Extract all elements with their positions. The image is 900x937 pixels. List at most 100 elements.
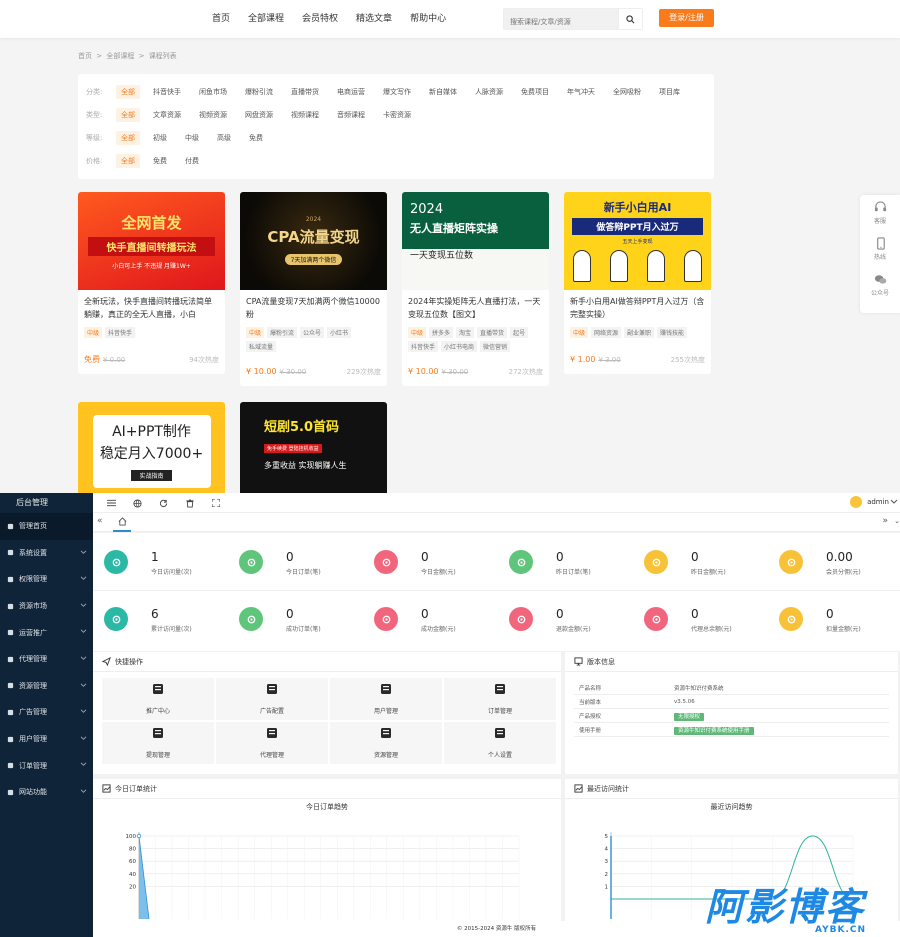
- filter-option[interactable]: 全部: [116, 131, 140, 145]
- sidebar-item-lock[interactable]: 权限管理: [0, 566, 93, 593]
- quick-action-chart[interactable]: 推广中心: [102, 678, 214, 720]
- nav-home[interactable]: 首页: [203, 0, 239, 38]
- quick-action-agent[interactable]: 代理管理: [216, 722, 328, 764]
- globe-icon[interactable]: [131, 497, 143, 509]
- filter-option[interactable]: 爆粉引流: [240, 85, 278, 99]
- filter-label: 等级:: [86, 134, 103, 142]
- filter-option[interactable]: 音频课程: [332, 108, 370, 122]
- nav-all-courses[interactable]: 全部课程: [239, 0, 293, 38]
- sidebar-item-list[interactable]: 订单管理: [0, 752, 93, 779]
- sidebar-item-bag[interactable]: 资源市场: [0, 593, 93, 620]
- nav-vip[interactable]: 会员特权: [293, 0, 347, 38]
- tab-options-chevron-icon[interactable]: ⌄: [894, 517, 900, 525]
- filter-option[interactable]: 初级: [148, 131, 172, 145]
- manual-link[interactable]: 资源牛知识付费系统使用手册: [674, 726, 754, 735]
- sidebar-item-globe[interactable]: 网站功能: [0, 779, 93, 806]
- filter-option[interactable]: 全部: [116, 108, 140, 122]
- filter-option[interactable]: 电商运营: [332, 85, 370, 99]
- filter-option[interactable]: 年气冲天: [562, 85, 600, 99]
- filter-option[interactable]: 中级: [180, 131, 204, 145]
- nav-help[interactable]: 帮助中心: [401, 0, 455, 38]
- filter-row-price: 价格: 全部 免费 付费: [86, 153, 212, 169]
- filter-option[interactable]: 卡密资源: [378, 108, 416, 122]
- trash-icon[interactable]: [184, 497, 196, 509]
- filter-option[interactable]: 网盘资源: [240, 108, 278, 122]
- filter-option[interactable]: 爆文写作: [378, 85, 416, 99]
- filter-option[interactable]: 全网吸粉: [608, 85, 646, 99]
- grid-icon: [266, 683, 278, 702]
- quick-action-gear[interactable]: 个人设置: [444, 722, 556, 764]
- filter-option[interactable]: 视频资源: [194, 108, 232, 122]
- course-tags: 中级 网络资源 副业兼职 赚钱技能: [564, 324, 711, 338]
- sidebar-item-folder[interactable]: 资源管理: [0, 673, 93, 700]
- course-tag: 网络资源: [591, 327, 622, 338]
- sidebar-item-users[interactable]: 代理管理: [0, 646, 93, 673]
- wechat-button[interactable]: 公众号: [860, 267, 900, 303]
- course-title[interactable]: 全新玩法，快手直播间转播玩法简单躺赚，真正的全无人直播，小白: [78, 290, 225, 324]
- quick-action-user[interactable]: 用户管理: [330, 678, 442, 720]
- course-cover[interactable]: 全网首发 快手直播间转播玩法 小白可上手 不违规 月赚1W+: [78, 192, 225, 290]
- course-cover[interactable]: AI+PPT制作 稳定月入7000+ 实战指南: [78, 402, 225, 493]
- filter-option[interactable]: 免费项目: [516, 85, 554, 99]
- filter-option[interactable]: 新自媒体: [424, 85, 462, 99]
- filter-option[interactable]: 直播带货: [286, 85, 324, 99]
- filter-option[interactable]: 全部: [116, 154, 140, 168]
- course-card[interactable]: 全网首发 快手直播间转播玩法 小白可上手 不违规 月赚1W+ 全新玩法，快手直播…: [78, 192, 225, 374]
- course-title[interactable]: 新手小白用AI做答辩PPT月入过万（含完整实操）: [564, 290, 711, 324]
- course-card[interactable]: 2024 无人直播矩阵实操 一天变现五位数 2024年实操矩阵无人直播打法，一天…: [402, 192, 549, 386]
- filter-option[interactable]: 免费: [148, 154, 172, 168]
- sidebar-item-label: 订单管理: [19, 761, 47, 770]
- course-cover[interactable]: 2024 无人直播矩阵实操 一天变现五位数: [402, 192, 549, 290]
- chart-icon: [574, 784, 583, 793]
- tab-bar: « » ⌄: [93, 513, 900, 532]
- sidebar-item-home[interactable]: 管理首页: [0, 513, 93, 540]
- course-title[interactable]: CPA流量变现7天加满两个微信10000粉: [240, 290, 387, 324]
- course-tag: 淘宝: [456, 327, 475, 338]
- course-card[interactable]: 短剧5.0首码 免手续费 登陆挂机收益 多重收益 实现躺赚人生: [240, 402, 387, 493]
- filter-option[interactable]: 项目库: [654, 85, 685, 99]
- quick-action-grid[interactable]: 广告配置: [216, 678, 328, 720]
- filter-option[interactable]: 人脉资源: [470, 85, 508, 99]
- course-title[interactable]: 2024年实操矩阵无人直播打法，一天变现五位数【图文】: [402, 290, 549, 324]
- home-tab-icon[interactable]: [113, 513, 131, 532]
- tab-scroll-left-icon[interactable]: «: [97, 516, 103, 526]
- sidebar-item-chart[interactable]: 运营推广: [0, 619, 93, 646]
- admin-logo[interactable]: 后台管理: [0, 493, 93, 513]
- search-icon[interactable]: [618, 9, 642, 29]
- breadcrumb-courses[interactable]: 全部课程: [106, 52, 134, 60]
- filter-option[interactable]: 视频课程: [286, 108, 324, 122]
- course-cover[interactable]: 2024 CPA流量变现 7天加满两个微信: [240, 192, 387, 290]
- sidebar-item-ad[interactable]: 广告管理: [0, 699, 93, 726]
- sidebar-item-gear[interactable]: 系统设置: [0, 540, 93, 567]
- search-input[interactable]: [504, 12, 616, 32]
- filter-option[interactable]: 高级: [212, 131, 236, 145]
- quick-action-list[interactable]: 订单管理: [444, 678, 556, 720]
- filter-option[interactable]: 免费: [244, 131, 268, 145]
- course-card[interactable]: AI+PPT制作 稳定月入7000+ 实战指南: [78, 402, 225, 493]
- nav-articles[interactable]: 精选文章: [347, 0, 401, 38]
- hotline-button[interactable]: 热线: [860, 231, 900, 267]
- filter-option[interactable]: 文章资源: [148, 108, 186, 122]
- course-tag: 中级: [246, 327, 265, 338]
- quick-action-wallet[interactable]: 提现管理: [102, 722, 214, 764]
- customer-service-button[interactable]: 客服: [860, 195, 900, 231]
- breadcrumb-home[interactable]: 首页: [78, 52, 92, 60]
- quick-action-folder[interactable]: 资源管理: [330, 722, 442, 764]
- fullscreen-icon[interactable]: [210, 497, 222, 509]
- filter-option[interactable]: 闲鱼市场: [194, 85, 232, 99]
- menu-toggle-icon[interactable]: [105, 497, 117, 509]
- refresh-icon[interactable]: [157, 497, 169, 509]
- course-cover[interactable]: 新手小白用AI 做答辩PPT月入过万 五天上手变现: [564, 192, 711, 290]
- filter-option[interactable]: 抖音快手: [148, 85, 186, 99]
- sidebar-item-user[interactable]: 用户管理: [0, 726, 93, 753]
- cover-headline: 全网首发: [121, 214, 182, 232]
- filter-option[interactable]: 付费: [180, 154, 204, 168]
- course-card[interactable]: 2024 CPA流量变现 7天加满两个微信 CPA流量变现7天加满两个微信100…: [240, 192, 387, 386]
- user-menu[interactable]: admin: [850, 496, 898, 508]
- course-card[interactable]: 新手小白用AI 做答辩PPT月入过万 五天上手变现 新手小白用AI做答辩PPT月…: [564, 192, 711, 374]
- tab-scroll-right-icon[interactable]: »: [882, 516, 888, 526]
- course-cover[interactable]: 短剧5.0首码 免手续费 登陆挂机收益 多重收益 实现躺赚人生: [240, 402, 387, 493]
- filter-option[interactable]: 全部: [116, 85, 140, 99]
- course-old-price: ¥ 30.00: [279, 368, 307, 376]
- login-button[interactable]: 登录/注册: [659, 9, 714, 27]
